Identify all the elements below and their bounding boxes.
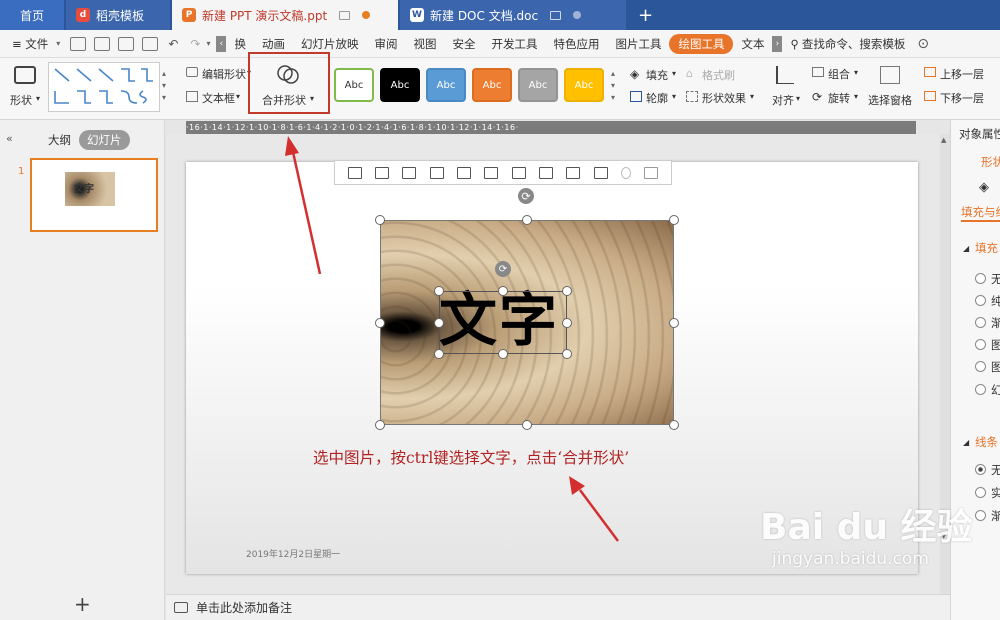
fill-option-radio[interactable]	[975, 361, 986, 372]
fill-option-label: 无	[991, 271, 1000, 287]
panel-title: 对象属性	[959, 127, 1000, 141]
notes-placeholder: 单击此处添加备注	[196, 601, 293, 615]
line-option-label: 实	[991, 485, 1000, 501]
line-option-label: 渐	[991, 508, 1000, 524]
scroll-up-icon[interactable]: ▲	[941, 136, 946, 144]
fill-option-label: 幻	[991, 382, 1000, 398]
line-option-label: 无	[991, 462, 1000, 478]
line-option-radio[interactable]	[975, 464, 986, 475]
notes-bar[interactable]: 单击此处添加备注	[166, 594, 950, 620]
watermark-logo: Bai du 经验	[760, 507, 973, 548]
baidu-jingyan-watermark: Bai du 经验 jingyan.baidu.com	[760, 508, 973, 570]
collapse-triangle-icon: ◢	[963, 244, 970, 253]
watermark-url: jingyan.baidu.com	[772, 549, 929, 569]
fill-option-radio[interactable]	[975, 295, 986, 306]
fill-bucket-icon: ◈	[979, 180, 989, 195]
fill-option-radio[interactable]	[975, 317, 986, 328]
collapse-triangle-icon: ◢	[963, 438, 970, 447]
fill-option-label: 纯	[991, 293, 1000, 309]
fill-option-radio[interactable]	[975, 384, 986, 395]
tab-fill-and-line[interactable]: 填充与线	[961, 204, 1000, 222]
fill-section-title: 填充	[975, 241, 998, 255]
line-section-title: 线条	[975, 435, 998, 449]
fill-option-radio[interactable]	[975, 339, 986, 350]
tab-shape-properties[interactable]: 形状	[981, 154, 1000, 170]
fill-option-label: 图	[991, 359, 1000, 375]
line-option-radio[interactable]	[975, 510, 986, 521]
line-option-radio[interactable]	[975, 487, 986, 498]
fill-option-label: 渐	[991, 315, 1000, 331]
fill-option-radio[interactable]	[975, 273, 986, 284]
notes-icon	[174, 602, 188, 613]
fill-option-label: 图	[991, 337, 1000, 353]
